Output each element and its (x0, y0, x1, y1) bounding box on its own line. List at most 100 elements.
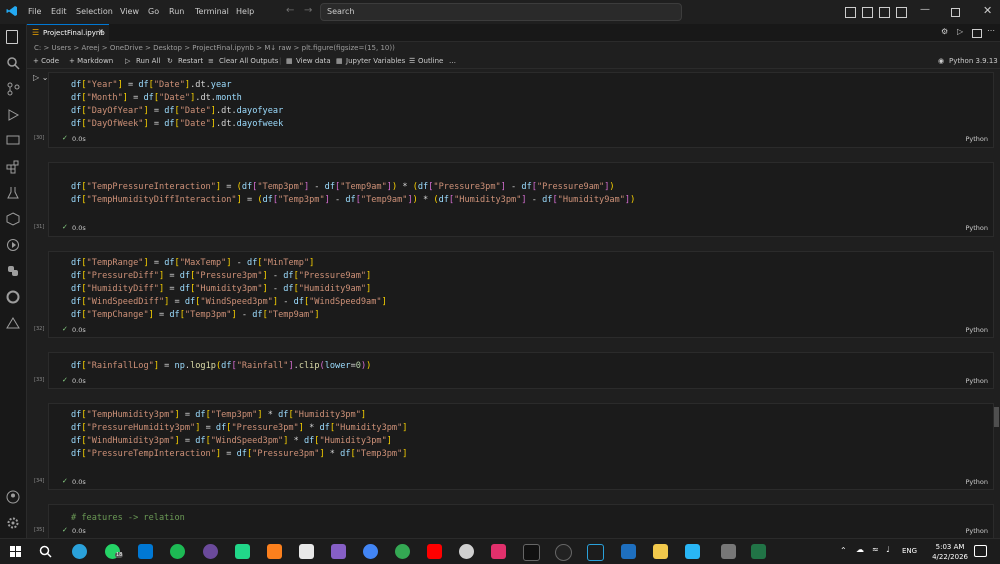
execution-time: 0.0s (72, 478, 86, 486)
toolbar-more-button[interactable]: … (449, 57, 456, 65)
add-code-button[interactable]: + Code (33, 57, 59, 65)
clear-all-outputs-button[interactable]: Clear All Outputs (219, 57, 278, 65)
notifications-icon[interactable] (974, 545, 987, 557)
packages-icon[interactable] (6, 212, 20, 226)
chrome-icon[interactable] (363, 544, 378, 559)
menu-terminal[interactable]: Terminal (195, 7, 229, 16)
instagram-icon[interactable] (491, 544, 506, 559)
tray-chevron-icon[interactable]: ⌃ (840, 546, 847, 555)
cell-language[interactable]: Python (965, 135, 988, 143)
menu-file[interactable]: File (28, 7, 41, 16)
system-clock[interactable]: 5:03 AM 4/22/2026 (932, 542, 968, 562)
history-icon[interactable] (6, 238, 20, 252)
python-icon[interactable] (6, 264, 20, 278)
notebook-toolbar: + Code + Markdown ▷ Run All ↻ Restart ≡ … (27, 54, 1000, 69)
extensions-icon[interactable] (6, 160, 20, 174)
vscode-taskbar-icon[interactable] (138, 544, 153, 559)
intellij-icon[interactable] (267, 544, 282, 559)
toggle-secondary-icon[interactable] (896, 7, 907, 18)
menu-help[interactable]: Help (236, 7, 254, 16)
success-check-icon: ✓ (62, 325, 68, 333)
minimize-icon[interactable]: — (920, 4, 930, 15)
restart-button[interactable]: Restart (178, 57, 203, 65)
toggle-sidebar-icon[interactable] (862, 7, 873, 18)
number-five-app-icon[interactable] (653, 544, 668, 559)
settings-gear-icon[interactable] (6, 516, 20, 530)
run-icon[interactable]: ▷ (957, 27, 963, 36)
drive-icon[interactable] (6, 316, 20, 330)
flutter-icon[interactable] (587, 544, 604, 561)
add-markdown-button[interactable]: + Markdown (69, 57, 113, 65)
code-line: df["TempHumidityDiffInteraction"] = (df[… (71, 195, 636, 205)
tab-title: ProjectFinal.ipynb (43, 29, 105, 37)
cursor-icon[interactable] (299, 544, 314, 559)
run-debug-icon[interactable] (6, 108, 20, 122)
code-line: df["TempRange"] = df["MaxTemp"] - df["Mi… (71, 258, 315, 268)
more-actions-icon[interactable]: ⋯ (987, 26, 995, 35)
editor-settings-icon[interactable]: ⚙ (941, 27, 948, 36)
volume-icon[interactable]: ♩ (886, 545, 890, 554)
cell-run-icon[interactable]: ▷ ⌄ (33, 73, 48, 82)
visual-studio-icon[interactable] (331, 544, 346, 559)
jupyter-variables-button[interactable]: Jupyter Variables (346, 57, 405, 65)
spotify-icon[interactable] (170, 544, 185, 559)
cell-language[interactable]: Python (965, 326, 988, 334)
source-control-icon[interactable] (6, 82, 20, 96)
kernel-selector[interactable]: Python 3.9.13 (949, 57, 998, 65)
scrollbar-thumb[interactable] (994, 407, 999, 427)
camera-app-icon[interactable] (685, 544, 700, 559)
windows-start-icon[interactable] (10, 546, 21, 557)
chatgpt-icon[interactable] (459, 544, 474, 559)
language-indicator[interactable]: ENG (902, 547, 917, 555)
telegram-icon[interactable] (72, 544, 87, 559)
cell-language[interactable]: Python (965, 377, 988, 385)
remote-explorer-icon[interactable] (6, 134, 20, 148)
code-cell[interactable] (48, 504, 994, 539)
taskbar-search-icon[interactable] (39, 545, 52, 560)
wifi-icon[interactable]: ≈ (872, 545, 879, 554)
back-arrow-icon[interactable]: ← (286, 5, 294, 16)
tab-close-icon[interactable]: ✕ (98, 28, 104, 36)
snipping-tool-icon[interactable] (721, 544, 736, 559)
restart-icon: ↻ (167, 57, 173, 65)
cell-language[interactable]: Python (965, 478, 988, 486)
cloud-icon[interactable]: ☁ (856, 545, 864, 554)
menu-selection[interactable]: Selection (76, 7, 113, 16)
threads-icon[interactable] (555, 544, 572, 561)
menu-run[interactable]: Run (169, 7, 184, 16)
testing-icon[interactable] (6, 186, 20, 200)
code-line: df["WindHumidity3pm"] = df["WindSpeed3pm… (71, 436, 392, 446)
title-bar: File Edit Selection View Go Run Terminal… (0, 0, 1000, 24)
menu-go[interactable]: Go (148, 7, 159, 16)
close-icon[interactable]: ✕ (983, 4, 992, 17)
maximize-icon[interactable] (951, 8, 960, 17)
youtube-icon[interactable] (427, 544, 442, 559)
explorer-icon[interactable] (6, 30, 18, 44)
view-data-button[interactable]: View data (296, 57, 331, 65)
search-box[interactable]: Search (320, 3, 682, 21)
split-editor-icon[interactable] (972, 29, 982, 38)
chrome-profile-icon[interactable] (395, 544, 410, 559)
forward-arrow-icon[interactable]: → (304, 5, 312, 16)
code-line: df["RainfallLog"] = np.log1p(df["Rainfal… (71, 361, 372, 371)
pycharm-icon[interactable] (235, 544, 250, 559)
run-all-button[interactable]: Run All (136, 57, 160, 65)
breadcrumb[interactable]: C: > Users > Areej > OneDrive > Desktop … (34, 44, 395, 52)
toggle-panel-icon[interactable] (879, 7, 890, 18)
edge-icon[interactable] (6, 290, 20, 304)
cell-language[interactable]: Python (965, 224, 988, 232)
outline-button[interactable]: Outline (418, 57, 443, 65)
excel-icon[interactable] (751, 544, 766, 559)
execution-count: [35] (34, 527, 45, 533)
clock-date: 4/22/2026 (932, 553, 968, 561)
tab-projectfinal[interactable]: ☰ ProjectFinal.ipynb ✕ (27, 24, 109, 42)
app-window-icon[interactable] (621, 544, 636, 559)
search-icon[interactable] (6, 56, 20, 70)
menu-view[interactable]: View (120, 7, 139, 16)
app-icon[interactable] (203, 544, 218, 559)
layout-icon[interactable] (845, 7, 856, 18)
account-icon[interactable] (6, 490, 20, 504)
cell-language[interactable]: Python (965, 527, 988, 535)
menu-edit[interactable]: Edit (51, 7, 67, 16)
tiktok-icon[interactable] (523, 544, 540, 561)
